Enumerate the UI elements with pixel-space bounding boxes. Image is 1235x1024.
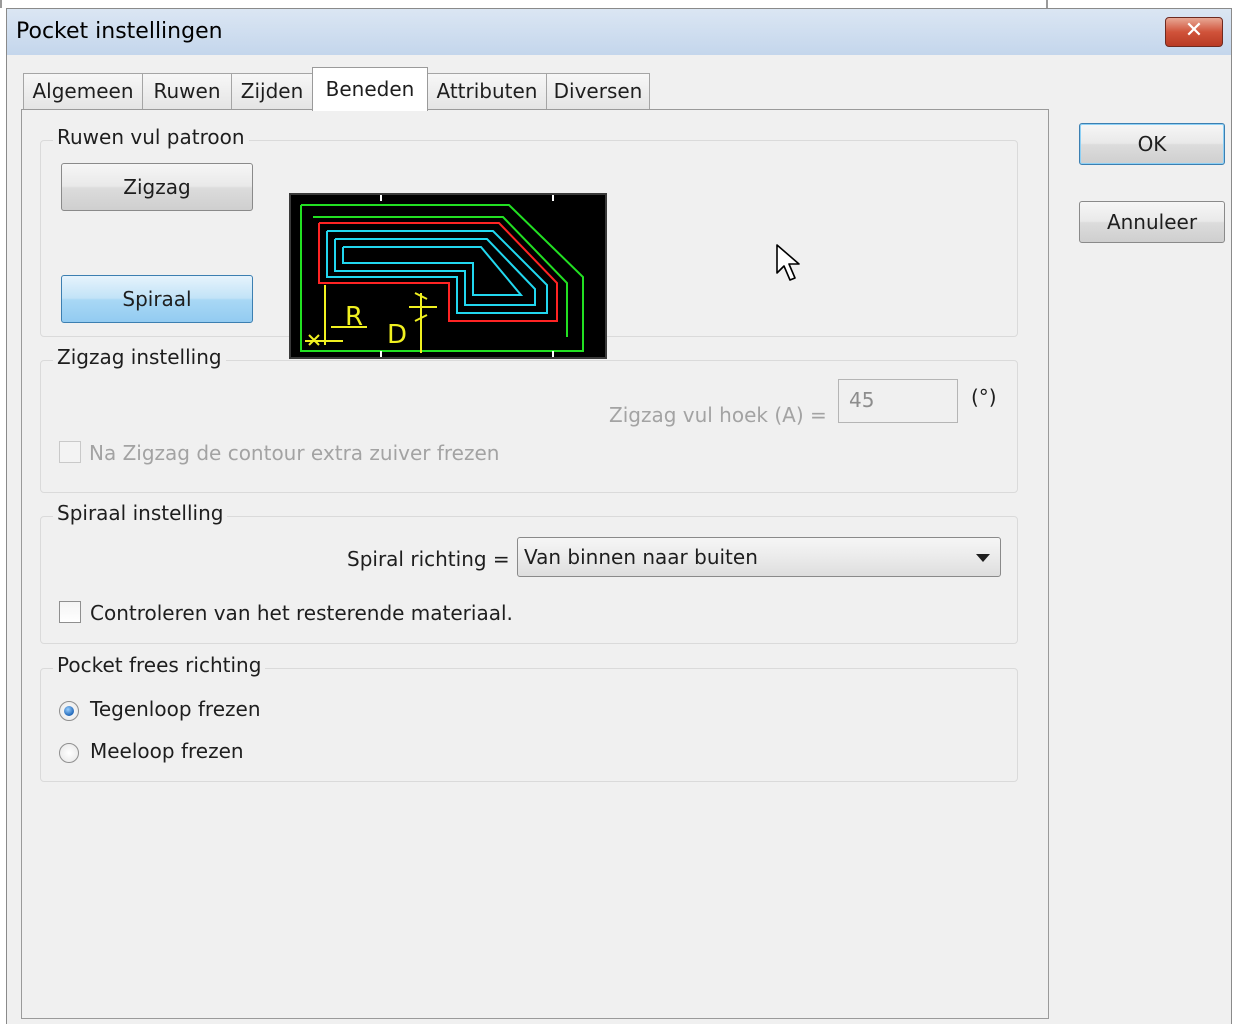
- remaining-material-label: Controleren van het resterende materiaal…: [90, 601, 513, 625]
- tab-diversen[interactable]: Diversen: [546, 73, 650, 110]
- climb-radio-conventional[interactable]: [59, 701, 79, 721]
- milling-direction-title: Pocket frees richting: [53, 653, 266, 677]
- tab-algemeen[interactable]: Algemeen: [23, 73, 143, 110]
- fill-pattern-preview: R D: [289, 193, 607, 359]
- zigzag-settings-group: Zigzag instelling Zigzag vul hoek (A) = …: [40, 345, 1018, 493]
- spiral-settings-group: Spiraal instelling Spiral richting = Van…: [40, 501, 1018, 644]
- tab-beneden[interactable]: Beneden: [312, 67, 428, 111]
- dialog-window: Pocket instellingen ✕ Algemeen Ruwen Zij…: [6, 8, 1232, 1024]
- fill-pattern-title: Ruwen vul patroon: [53, 125, 249, 149]
- tab-attributen[interactable]: Attributen: [427, 73, 547, 110]
- milling-direction-group: Pocket frees richting Tegenloop frezen M…: [40, 653, 1018, 782]
- zigzag-contour-label: Na Zigzag de contour extra zuiver frezen: [89, 441, 500, 465]
- radius-label: R: [345, 302, 363, 332]
- zigzag-angle-input[interactable]: 45: [838, 379, 958, 423]
- distance-label: D: [387, 320, 407, 350]
- tab-zijden[interactable]: Zijden: [231, 73, 313, 110]
- close-button[interactable]: ✕: [1165, 17, 1223, 47]
- radio-selected-dot: [64, 706, 74, 716]
- spiral-button[interactable]: Spiraal: [61, 275, 253, 323]
- window-title: Pocket instellingen: [16, 19, 223, 44]
- background-window-edge: [0, 0, 1235, 8]
- tab-panel-beneden: Ruwen vul patroon Zigzag Spiraal R D Zig…: [21, 109, 1049, 1019]
- climb-milling-label: Meeloop frezen: [90, 739, 244, 763]
- spiral-direction-value: Van binnen naar buiten: [524, 545, 758, 569]
- zigzag-button[interactable]: Zigzag: [61, 163, 253, 211]
- fill-pattern-group: Ruwen vul patroon Zigzag Spiraal R D: [40, 125, 1018, 359]
- zigzag-angle-label: Zigzag vul hoek (A) =: [609, 403, 827, 427]
- remaining-material-checkbox[interactable]: [59, 601, 81, 623]
- spiral-direction-label: Spiral richting =: [347, 547, 510, 571]
- zigzag-contour-checkbox[interactable]: [59, 441, 81, 463]
- cancel-button[interactable]: Annuleer: [1079, 201, 1225, 243]
- spiral-direction-select[interactable]: Van binnen naar buiten: [517, 537, 1001, 577]
- tab-ruwen[interactable]: Ruwen: [142, 73, 232, 110]
- spiral-toolpath-diagram: R D: [300, 195, 584, 357]
- mouse-pointer-icon: [776, 244, 800, 281]
- close-icon: ✕: [1184, 18, 1204, 43]
- ok-button[interactable]: OK: [1079, 123, 1225, 165]
- climb-radio-climb[interactable]: [59, 743, 79, 763]
- conventional-milling-label: Tegenloop frezen: [90, 697, 261, 721]
- degree-unit-label: (°): [971, 385, 997, 409]
- title-bar[interactable]: Pocket instellingen ✕: [7, 9, 1231, 55]
- chevron-down-icon: [976, 554, 990, 562]
- spiral-settings-title: Spiraal instelling: [53, 501, 228, 525]
- zigzag-settings-title: Zigzag instelling: [53, 345, 226, 369]
